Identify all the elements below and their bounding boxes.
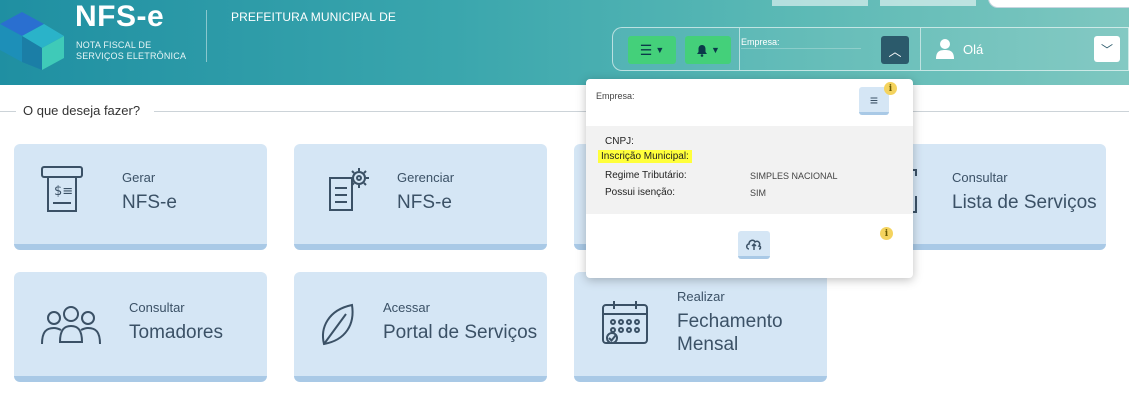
nfse-logo-icon	[0, 12, 64, 70]
logo-title: NFS-e	[75, 0, 165, 33]
empresa-label: Empresa:	[741, 37, 780, 47]
invoice-terminal-icon: $≡	[41, 166, 83, 212]
chevron-up-icon: ︿	[888, 43, 902, 59]
card-acessar-portal-servicos[interactable]: Acessar Portal de Serviços	[294, 272, 547, 382]
card-title: Tomadores	[129, 322, 223, 343]
card-action-label: Acessar	[383, 300, 430, 315]
people-group-icon	[41, 306, 101, 345]
hamburger-icon: ☰	[639, 41, 653, 58]
calendar-icon	[602, 301, 648, 344]
top-header: NFS-e NOTA FISCAL DE SERVIÇOS ELETRÔNICA…	[0, 0, 1129, 85]
hamburger-icon: ≡	[869, 91, 879, 108]
card-title: NFS-e	[122, 192, 177, 213]
info-icon[interactable]: i	[880, 227, 893, 240]
empresa-field[interactable]	[741, 48, 861, 49]
panel-separator	[739, 28, 740, 70]
card-action-label: Consultar	[952, 170, 1008, 185]
document-gear-icon	[329, 168, 369, 211]
card-consultar-tomadores[interactable]: Consultar Tomadores	[14, 272, 267, 382]
inscricao-municipal-label: Inscrição Municipal:	[598, 150, 692, 163]
info-icon[interactable]: i	[884, 82, 897, 95]
top-partial-control[interactable]	[880, 0, 976, 6]
card-action-label: Consultar	[129, 300, 185, 315]
card-title: Portal de Serviços	[383, 322, 538, 343]
panel-separator	[920, 28, 921, 70]
toolbar-panel: ☰ ▼ ▼ Empresa: ︿ Olá ﹀	[612, 27, 1129, 71]
card-realizar-fechamento-mensal[interactable]: Realizar Fechamento Mensal	[574, 272, 827, 382]
menu-button[interactable]: ☰ ▼	[628, 36, 676, 64]
regime-tributario-label: Regime Tributário:	[605, 170, 687, 181]
cloud-upload-icon	[746, 239, 762, 250]
card-title: NFS-e	[397, 192, 452, 213]
prefeitura-title: PREFEITURA MUNICIPAL DE	[231, 10, 396, 24]
notifications-button[interactable]: ▼	[685, 36, 731, 64]
card-title-line2: Mensal	[677, 334, 739, 355]
user-greeting[interactable]: Olá	[963, 42, 983, 57]
empresa-collapse-button[interactable]: ︿	[881, 36, 909, 64]
leaf-icon	[322, 303, 354, 346]
cnpj-label: CNPJ:	[605, 136, 634, 147]
possui-isencao-label: Possui isenção:	[605, 187, 676, 198]
logo-subtitle-line2: SERVIÇOS ELETRÔNICA	[76, 51, 187, 61]
empresa-dropdown: Empresa: ≡ i CNPJ: Inscrição Municipal: …	[586, 79, 913, 278]
card-title: Lista de Serviços	[952, 192, 1097, 213]
bell-icon	[697, 44, 708, 57]
card-gerar-nfse[interactable]: $≡ Gerar NFS-e	[14, 144, 267, 250]
header-divider	[206, 10, 207, 62]
upload-button[interactable]	[738, 231, 770, 259]
regime-tributario-value: SIMPLES NACIONAL	[750, 171, 838, 181]
top-search-partial[interactable]	[988, 0, 1129, 8]
chevron-down-icon: ﹀	[1100, 42, 1113, 57]
user-menu-button[interactable]: ﹀	[1094, 36, 1120, 62]
chevron-down-icon: ▼	[711, 45, 720, 55]
empresa-details: CNPJ: Inscrição Municipal: Regime Tribut…	[586, 126, 913, 214]
fieldset-border	[0, 111, 16, 112]
card-action-label: Realizar	[677, 289, 725, 304]
chevron-down-icon: ▼	[655, 45, 665, 55]
user-icon	[936, 39, 954, 59]
section-legend: O que deseja fazer?	[23, 103, 141, 118]
svg-text:$≡: $≡	[54, 184, 73, 199]
possui-isencao-value: SIM	[750, 188, 767, 198]
top-partial-control[interactable]	[772, 0, 868, 6]
card-action-label: Gerar	[122, 170, 156, 185]
card-gerenciar-nfse[interactable]: Gerenciar NFS-e	[294, 144, 547, 250]
dropdown-empresa-label: Empresa:	[596, 91, 635, 101]
logo-subtitle-line1: NOTA FISCAL DE	[76, 40, 152, 50]
card-title: Fechamento	[677, 311, 783, 332]
card-action-label: Gerenciar	[397, 170, 455, 185]
